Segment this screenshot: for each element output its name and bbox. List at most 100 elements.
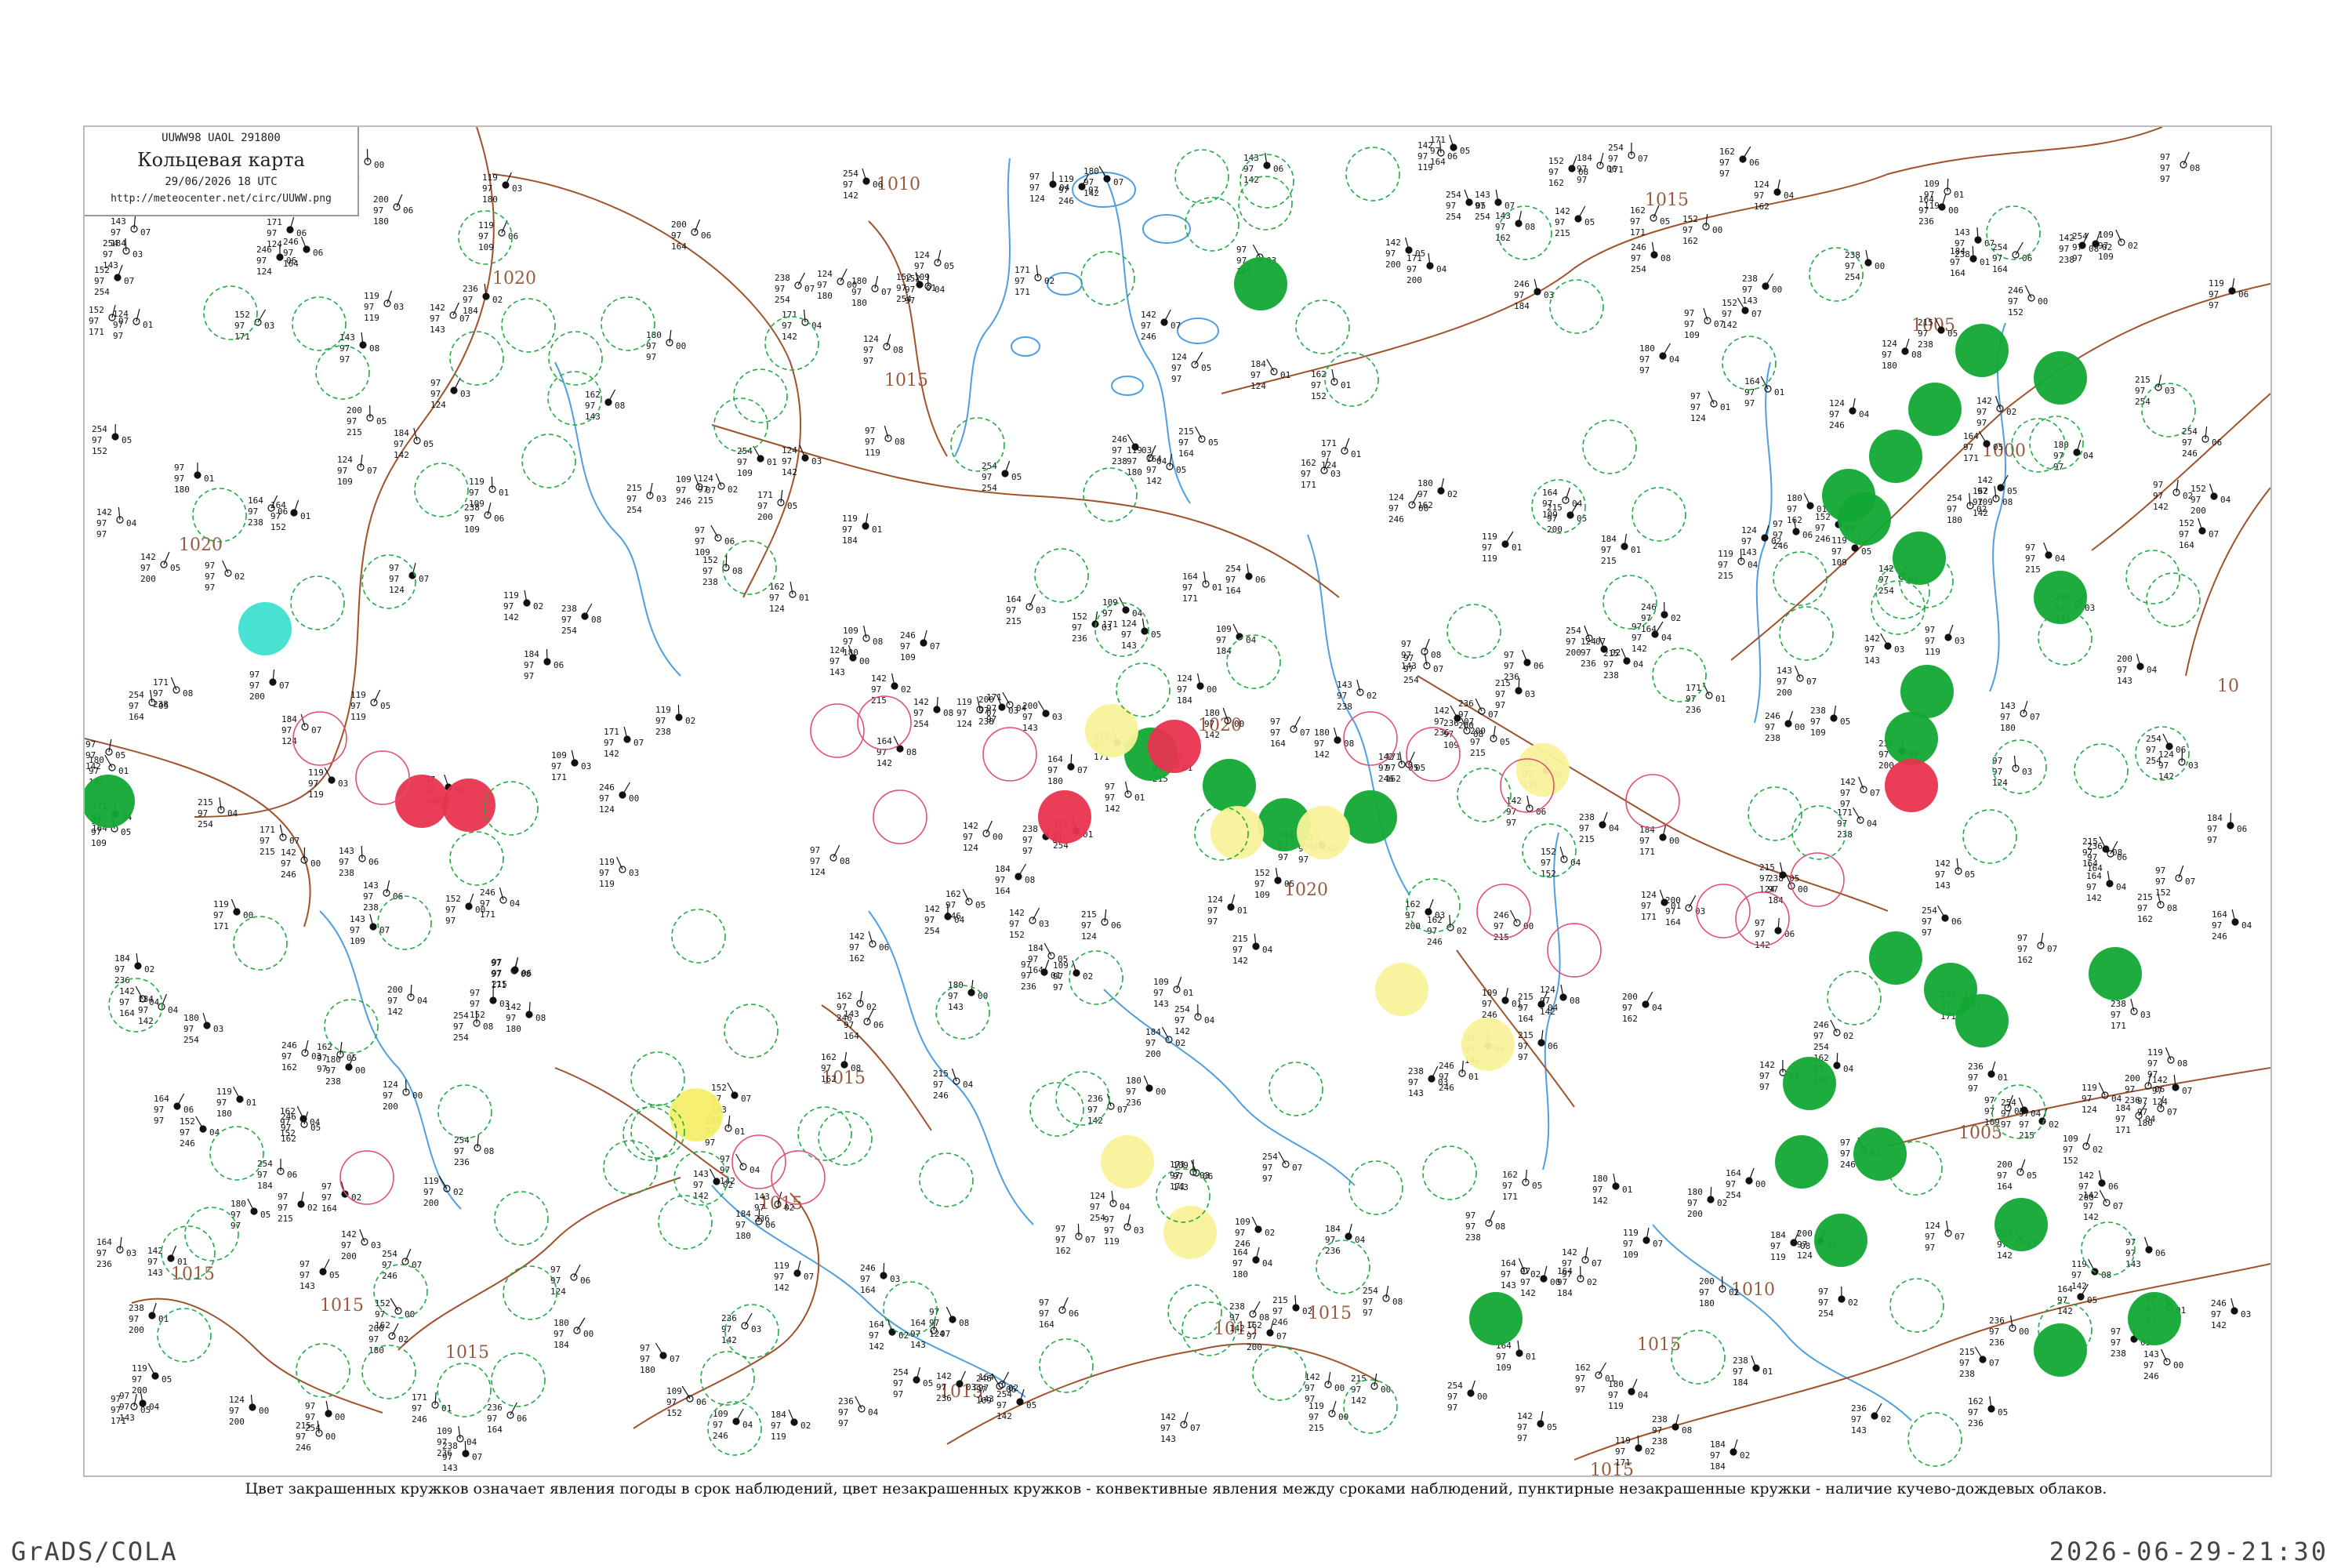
wind-barb — [434, 1392, 437, 1406]
station-value: 00 — [859, 656, 869, 666]
station-value: 97 — [771, 1421, 781, 1431]
station-value: 97 — [1630, 216, 1640, 227]
station-value: 246 — [1427, 937, 1443, 947]
station-value: 164 — [671, 241, 687, 252]
station-value: 97 — [2160, 163, 2170, 173]
station-value: 00 — [1234, 719, 1244, 729]
wind-barb — [855, 1396, 862, 1410]
station-value: 02 — [2102, 242, 2112, 252]
station-plot: 2469710907 — [900, 630, 940, 662]
station-value: 07 — [804, 1272, 814, 1282]
wind-barb — [1232, 623, 1240, 637]
station-plot: 1649718402 — [1557, 1265, 1597, 1298]
station-value: 08 — [1525, 222, 1535, 232]
station-value: 97 — [1475, 201, 1485, 211]
isobar-label: 1020 — [492, 269, 536, 289]
station-value: 02 — [2092, 1145, 2103, 1155]
station-value: 143 — [299, 1281, 315, 1291]
station-value: 97 — [1053, 982, 1063, 993]
station-value: 02 — [533, 601, 543, 612]
wind-barb — [1252, 244, 1261, 258]
station-value: 97 — [1925, 636, 1935, 646]
station-value: 238 — [1652, 1414, 1668, 1425]
station-value: 97 — [470, 988, 480, 998]
station-value: 97 — [1810, 717, 1820, 727]
station-value: 254 — [1631, 264, 1646, 274]
station-value: 97 — [1840, 799, 1850, 809]
station-value: 200 — [1699, 1276, 1715, 1287]
station-value: 171 — [604, 727, 619, 737]
wind-barb — [1830, 1019, 1838, 1033]
station-value: 200 — [132, 1385, 147, 1396]
station-value: 97 — [296, 1432, 306, 1442]
river-line — [954, 158, 1011, 457]
station-plot: 1099724602 — [1235, 1216, 1275, 1249]
station-plot: 2009716406 — [671, 219, 711, 252]
station-value: 02 — [1881, 1414, 1891, 1425]
station-value: 97 — [469, 488, 479, 498]
cb-cloud-circle — [449, 831, 504, 886]
station-value: 07 — [2209, 529, 2219, 539]
station-value: 97 — [2135, 386, 2145, 396]
station-value: 97 — [1171, 363, 1181, 373]
station-value: 236 — [1851, 1403, 1867, 1414]
station-plot: 1199711901 — [1482, 531, 1522, 564]
wind-barb — [655, 1342, 664, 1356]
station-value: 184 — [1710, 1439, 1726, 1450]
station-value: 97 — [1592, 1185, 1602, 1195]
station-value: 97 — [230, 1221, 241, 1231]
station-value: 236 — [936, 1393, 952, 1403]
station-value: 97 — [1182, 583, 1192, 593]
station-value: 00 — [1875, 261, 1885, 271]
map-url[interactable]: http://meteocenter.net/circ/UUWW.png — [85, 193, 358, 205]
station-value: 119 — [771, 1432, 786, 1442]
station-value: 06 — [580, 1276, 590, 1286]
wind-barb — [2040, 932, 2044, 946]
station-value: 124 — [817, 269, 833, 279]
station-value: 254 — [129, 690, 144, 700]
station-plot: 2469712400 — [599, 782, 639, 815]
station-value: 97 — [256, 256, 267, 266]
station-value: 97 — [1401, 650, 1411, 660]
station-plot: 1249710905 — [914, 249, 954, 282]
station-value: 02 — [1729, 1287, 1739, 1298]
station-value: 238 — [1837, 829, 1853, 840]
station-value: 08 — [2002, 497, 2013, 507]
wind-barb — [1637, 1435, 1639, 1449]
station-value: 142 — [1105, 804, 1120, 814]
station-value: 97 — [963, 832, 973, 842]
station-value: 97 — [85, 750, 96, 760]
station-value: 06 — [1111, 920, 1121, 931]
station-value: 152 — [896, 272, 912, 282]
station-plot: 1719723804 — [1837, 807, 1878, 840]
station-value: 142 — [2083, 1212, 2099, 1222]
weather-filled-circle — [1955, 324, 2009, 377]
station-value: 97 — [1314, 739, 1324, 749]
station-value: 142 — [138, 1016, 154, 1026]
station-value: 07 — [2167, 1107, 2177, 1117]
station-value: 97 — [893, 1378, 903, 1388]
station-value: 254 — [2146, 734, 2161, 744]
wind-barb — [1163, 309, 1171, 323]
station-value: 97 — [2111, 1327, 2121, 1337]
station-value: 07 — [1113, 177, 1123, 187]
station-value: 01 — [1715, 694, 1726, 704]
station-value: 238 — [325, 1076, 341, 1087]
station-value: 03 — [1525, 689, 1535, 699]
station-value: 143 — [1408, 1088, 1424, 1098]
convective-circle — [355, 750, 410, 805]
station-value: 03 — [213, 1024, 223, 1034]
station-value: 00 — [1207, 684, 1217, 695]
station-value: 97 — [1517, 1433, 1527, 1443]
station-value: 109 — [2098, 230, 2114, 240]
cb-cloud-circle — [1827, 971, 1882, 1025]
station-value: 03 — [1134, 1225, 1144, 1236]
station-value: 238 — [1768, 873, 1784, 884]
station-plot: 1249714305 — [1121, 618, 1161, 651]
lake-outline — [1142, 214, 1191, 244]
station-value: 184 — [257, 1181, 273, 1191]
station-plot: 1429714305 — [1935, 858, 1975, 891]
station-value: 00 — [1798, 884, 1808, 895]
station-plot: 1099715202 — [2063, 1133, 2103, 1166]
station-value: 97 — [1518, 1041, 1528, 1051]
